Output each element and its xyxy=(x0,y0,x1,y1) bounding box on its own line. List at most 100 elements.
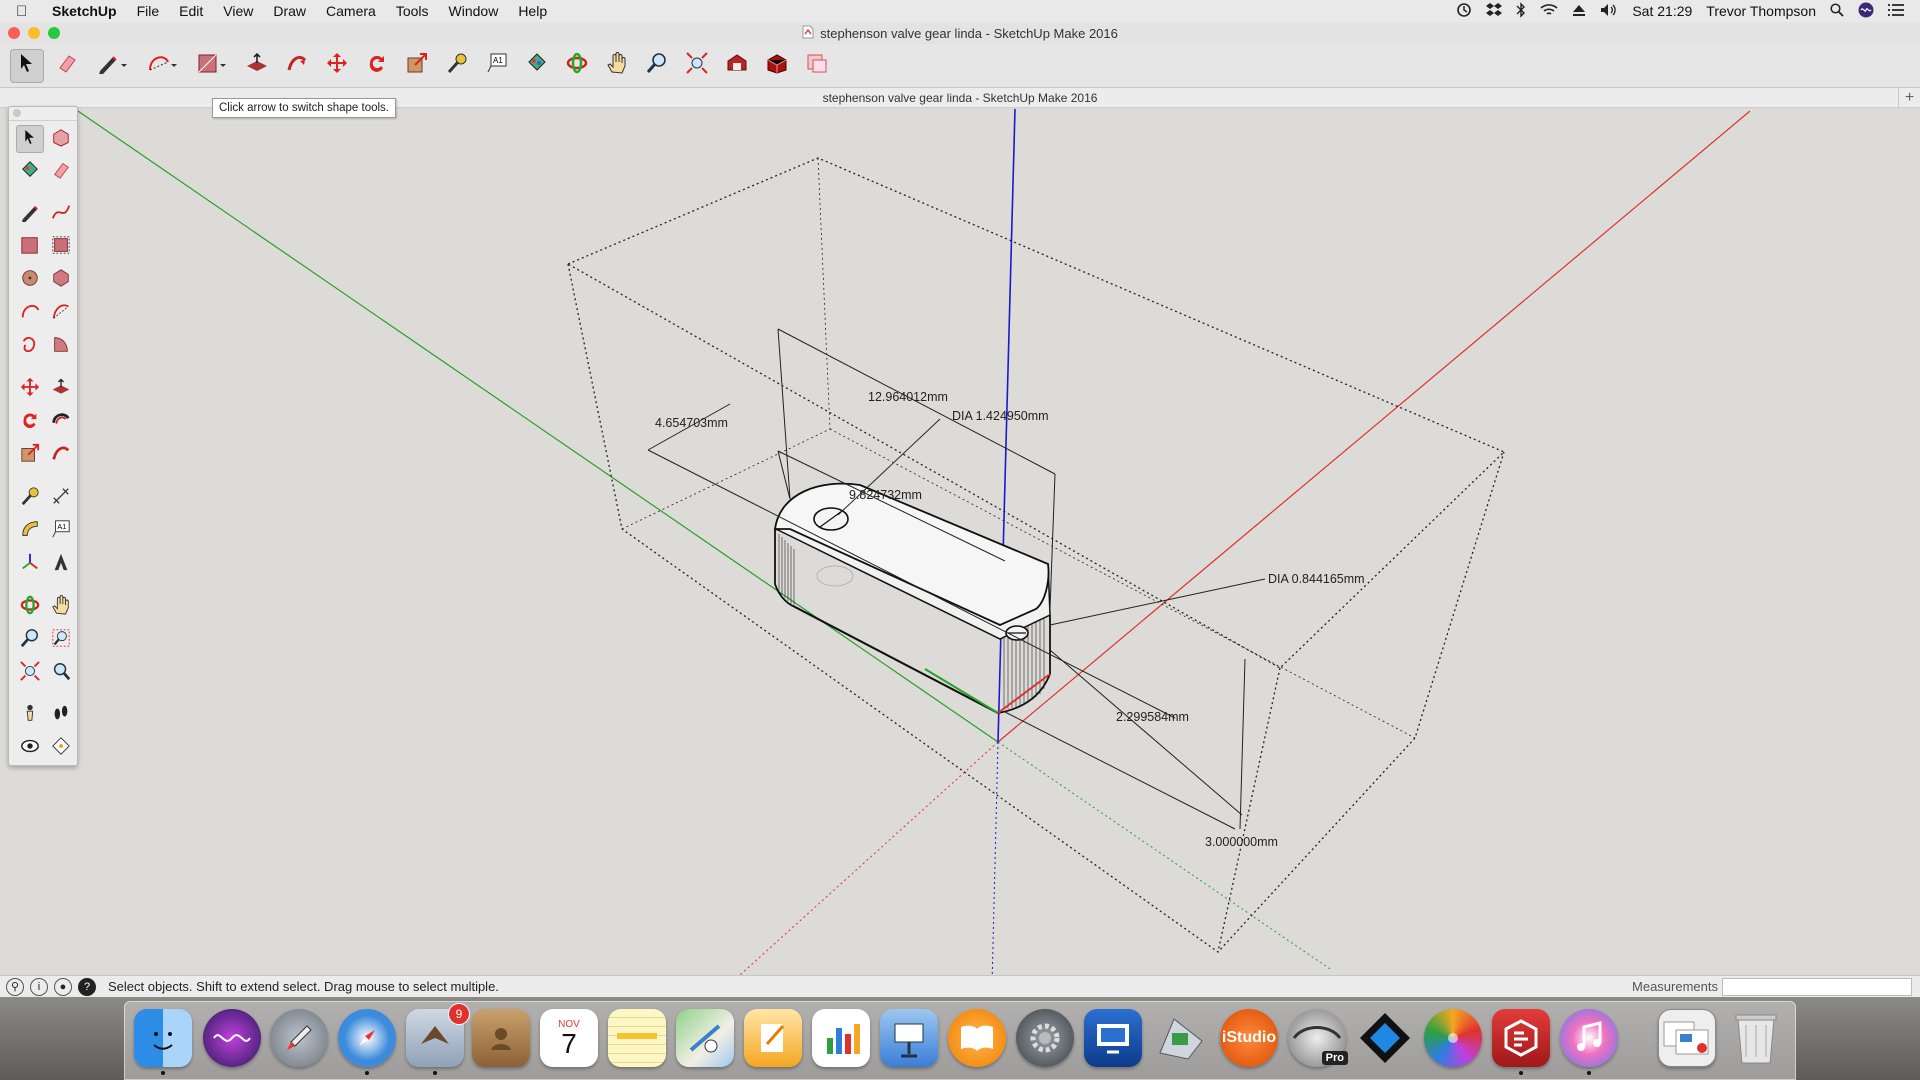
palette-arc-button[interactable] xyxy=(16,299,44,327)
dimension-width[interactable]: 4.654703mm xyxy=(655,416,728,430)
safari-dock-icon[interactable] xyxy=(338,1009,396,1067)
palette-pie-button[interactable] xyxy=(47,332,75,360)
layout-button[interactable] xyxy=(800,49,834,83)
palette-section-plane-button[interactable] xyxy=(47,734,75,762)
palette-tape-measure-button[interactable] xyxy=(16,484,44,512)
palette-3pt-arc-button[interactable] xyxy=(16,332,44,360)
launchpad-dock-icon[interactable] xyxy=(270,1009,328,1067)
palette-follow-me-button[interactable] xyxy=(47,441,75,469)
tape-measure-tool-button[interactable] xyxy=(440,49,474,83)
follow-me-tool-button[interactable] xyxy=(280,49,314,83)
palette-move-button[interactable] xyxy=(16,375,44,403)
menu-help[interactable]: Help xyxy=(508,3,557,19)
documents-stack-dock-icon[interactable] xyxy=(1658,1009,1716,1067)
eraser-tool-button[interactable] xyxy=(50,49,84,83)
dimension-dia-small[interactable]: DIA 0.844165mm xyxy=(1268,572,1365,586)
rectangle-tool-button[interactable] xyxy=(190,49,234,83)
palette-paint-bucket-button[interactable] xyxy=(16,158,44,186)
eject-icon[interactable] xyxy=(1572,3,1586,20)
notification-center-icon[interactable] xyxy=(1888,3,1904,19)
user-name[interactable]: Trevor Thompson xyxy=(1706,3,1816,19)
document-proxy-icon[interactable] xyxy=(802,25,814,42)
scale-tool-button[interactable] xyxy=(400,49,434,83)
apple-menu-icon[interactable]:  xyxy=(16,3,38,20)
text-tool-button[interactable]: A1 xyxy=(480,49,514,83)
credits-icon[interactable]: i xyxy=(30,977,48,996)
image-capture-dock-icon[interactable] xyxy=(1152,1009,1210,1067)
wifi-icon[interactable] xyxy=(1540,3,1558,20)
photos-dock-icon[interactable] xyxy=(1424,1009,1482,1067)
dimension-center-distance[interactable]: 9.824732mm xyxy=(849,488,922,502)
valve-link-part[interactable] xyxy=(773,482,1051,714)
menu-draw[interactable]: Draw xyxy=(263,3,316,19)
measurements-input[interactable] xyxy=(1722,977,1912,996)
bluetooth-icon[interactable] xyxy=(1516,1,1526,21)
keynote-dock-icon[interactable] xyxy=(880,1009,938,1067)
palette-zoom-window-button[interactable] xyxy=(47,626,75,654)
palette-polygon-button[interactable] xyxy=(47,266,75,294)
palette-dimension-button[interactable] xyxy=(47,484,75,512)
itunes-dock-icon[interactable] xyxy=(1560,1009,1618,1067)
palette-2pt-arc-button[interactable] xyxy=(47,299,75,327)
dimension-height[interactable]: 3.000000mm xyxy=(1205,835,1278,849)
xcode-dock-icon[interactable] xyxy=(1356,1009,1414,1067)
palette-scale-button[interactable] xyxy=(16,441,44,469)
palette-3d-text-button[interactable] xyxy=(47,550,75,578)
warehouse-button[interactable] xyxy=(720,49,754,83)
spotlight-icon[interactable] xyxy=(1830,2,1844,20)
minimize-window-button[interactable] xyxy=(28,27,40,39)
maps-dock-icon[interactable] xyxy=(676,1009,734,1067)
rotate-tool-button[interactable] xyxy=(360,49,394,83)
ibooks-dock-icon[interactable] xyxy=(948,1009,1006,1067)
pan-tool-button[interactable] xyxy=(600,49,634,83)
geolocation-icon[interactable]: ⚲ xyxy=(6,977,24,996)
orbit-tool-button[interactable] xyxy=(560,49,594,83)
palette-zoom-extents-button[interactable] xyxy=(16,659,44,687)
zoom-window-button[interactable] xyxy=(48,27,60,39)
palette-offset-button[interactable] xyxy=(47,408,75,436)
palette-select-button[interactable] xyxy=(16,125,44,153)
palette-zoom-button[interactable] xyxy=(16,626,44,654)
palette-previous-view-button[interactable] xyxy=(47,659,75,687)
palette-look-around-button[interactable] xyxy=(16,734,44,762)
siri-icon[interactable] xyxy=(1858,2,1874,21)
pages-dock-icon[interactable] xyxy=(744,1009,802,1067)
trash-dock-icon[interactable] xyxy=(1727,1009,1785,1067)
palette-line-button[interactable] xyxy=(16,200,44,228)
add-tab-button[interactable]: + xyxy=(1898,88,1920,107)
dimension-length[interactable]: 12.964012mm xyxy=(868,390,948,404)
calendar-dock-icon[interactable]: NOV 7 xyxy=(540,1009,598,1067)
paint-bucket-tool-button[interactable] xyxy=(520,49,554,83)
palette-text-button[interactable]: A1 xyxy=(47,517,75,545)
menu-edit[interactable]: Edit xyxy=(169,3,213,19)
dimension-dia-large[interactable]: DIA 1.424950mm xyxy=(952,409,1049,423)
palette-rotate-button[interactable] xyxy=(16,408,44,436)
palette-circle-button[interactable] xyxy=(16,266,44,294)
finder-dock-icon[interactable] xyxy=(134,1009,192,1067)
palette-eraser-button[interactable] xyxy=(47,158,75,186)
palette-grip[interactable] xyxy=(9,109,77,121)
menu-app-name[interactable]: SketchUp xyxy=(38,3,127,19)
palette-position-camera-button[interactable] xyxy=(16,701,44,729)
palette-rotated-rectangle-button[interactable] xyxy=(47,233,75,261)
close-window-button[interactable] xyxy=(8,27,20,39)
modeling-viewport[interactable]: 12.964012mm DIA 1.424950mm 4.654703mm 9.… xyxy=(0,109,1920,985)
model-canvas[interactable]: 12.964012mm DIA 1.424950mm 4.654703mm 9.… xyxy=(0,109,1920,985)
dropbox-icon[interactable] xyxy=(1486,2,1503,20)
menu-tools[interactable]: Tools xyxy=(386,3,439,19)
palette-push-pull-button[interactable] xyxy=(47,375,75,403)
remote-desktop-dock-icon[interactable] xyxy=(1084,1009,1142,1067)
palette-pan-button[interactable] xyxy=(47,593,75,621)
palette-freehand-button[interactable] xyxy=(47,200,75,228)
google-earth-pro-dock-icon[interactable]: Pro xyxy=(1288,1009,1348,1067)
numbers-dock-icon[interactable] xyxy=(812,1009,870,1067)
notes-dock-icon[interactable] xyxy=(608,1009,666,1067)
push-pull-tool-button[interactable] xyxy=(240,49,274,83)
instructor-help-icon[interactable]: ? xyxy=(78,977,96,996)
system-preferences-dock-icon[interactable] xyxy=(1016,1009,1074,1067)
arc-tool-button[interactable] xyxy=(140,49,184,83)
palette-orbit-button[interactable] xyxy=(16,593,44,621)
siri-dock-icon[interactable] xyxy=(203,1009,261,1067)
volume-icon[interactable] xyxy=(1600,3,1618,20)
menu-window[interactable]: Window xyxy=(439,3,509,19)
